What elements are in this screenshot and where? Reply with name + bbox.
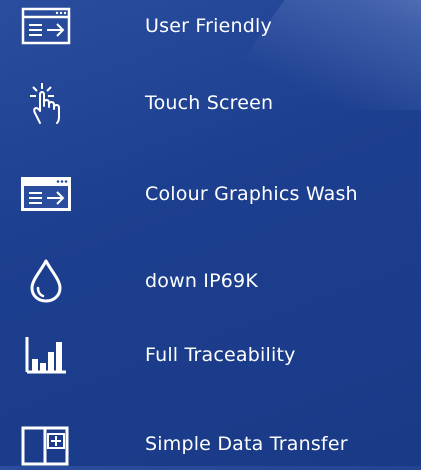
feature-label: down IP69K <box>145 270 259 292</box>
screen-arrow-icon <box>14 0 78 52</box>
feature-label: Colour Graphics Wash <box>145 183 358 205</box>
feature-item-colour-graphics: Colour Graphics Wash <box>0 168 421 220</box>
feature-item-user-friendly: User Friendly <box>0 0 421 52</box>
feature-label: Simple Data Transfer <box>145 433 348 455</box>
feature-label: Touch Screen <box>145 92 274 114</box>
feature-item-ip69k: down IP69K <box>0 255 421 307</box>
bar-chart-icon <box>14 329 78 381</box>
feature-item-touch-screen: Touch Screen <box>0 77 421 129</box>
feature-item-traceability: Full Traceability <box>0 329 421 381</box>
water-drop-icon <box>14 255 78 307</box>
data-transfer-icon <box>14 418 78 470</box>
feature-item-data-transfer: Simple Data Transfer <box>0 418 421 470</box>
feature-label: User Friendly <box>145 15 272 37</box>
color-screen-icon <box>14 168 78 220</box>
touch-hand-icon <box>14 77 78 129</box>
feature-label: Full Traceability <box>145 344 296 366</box>
